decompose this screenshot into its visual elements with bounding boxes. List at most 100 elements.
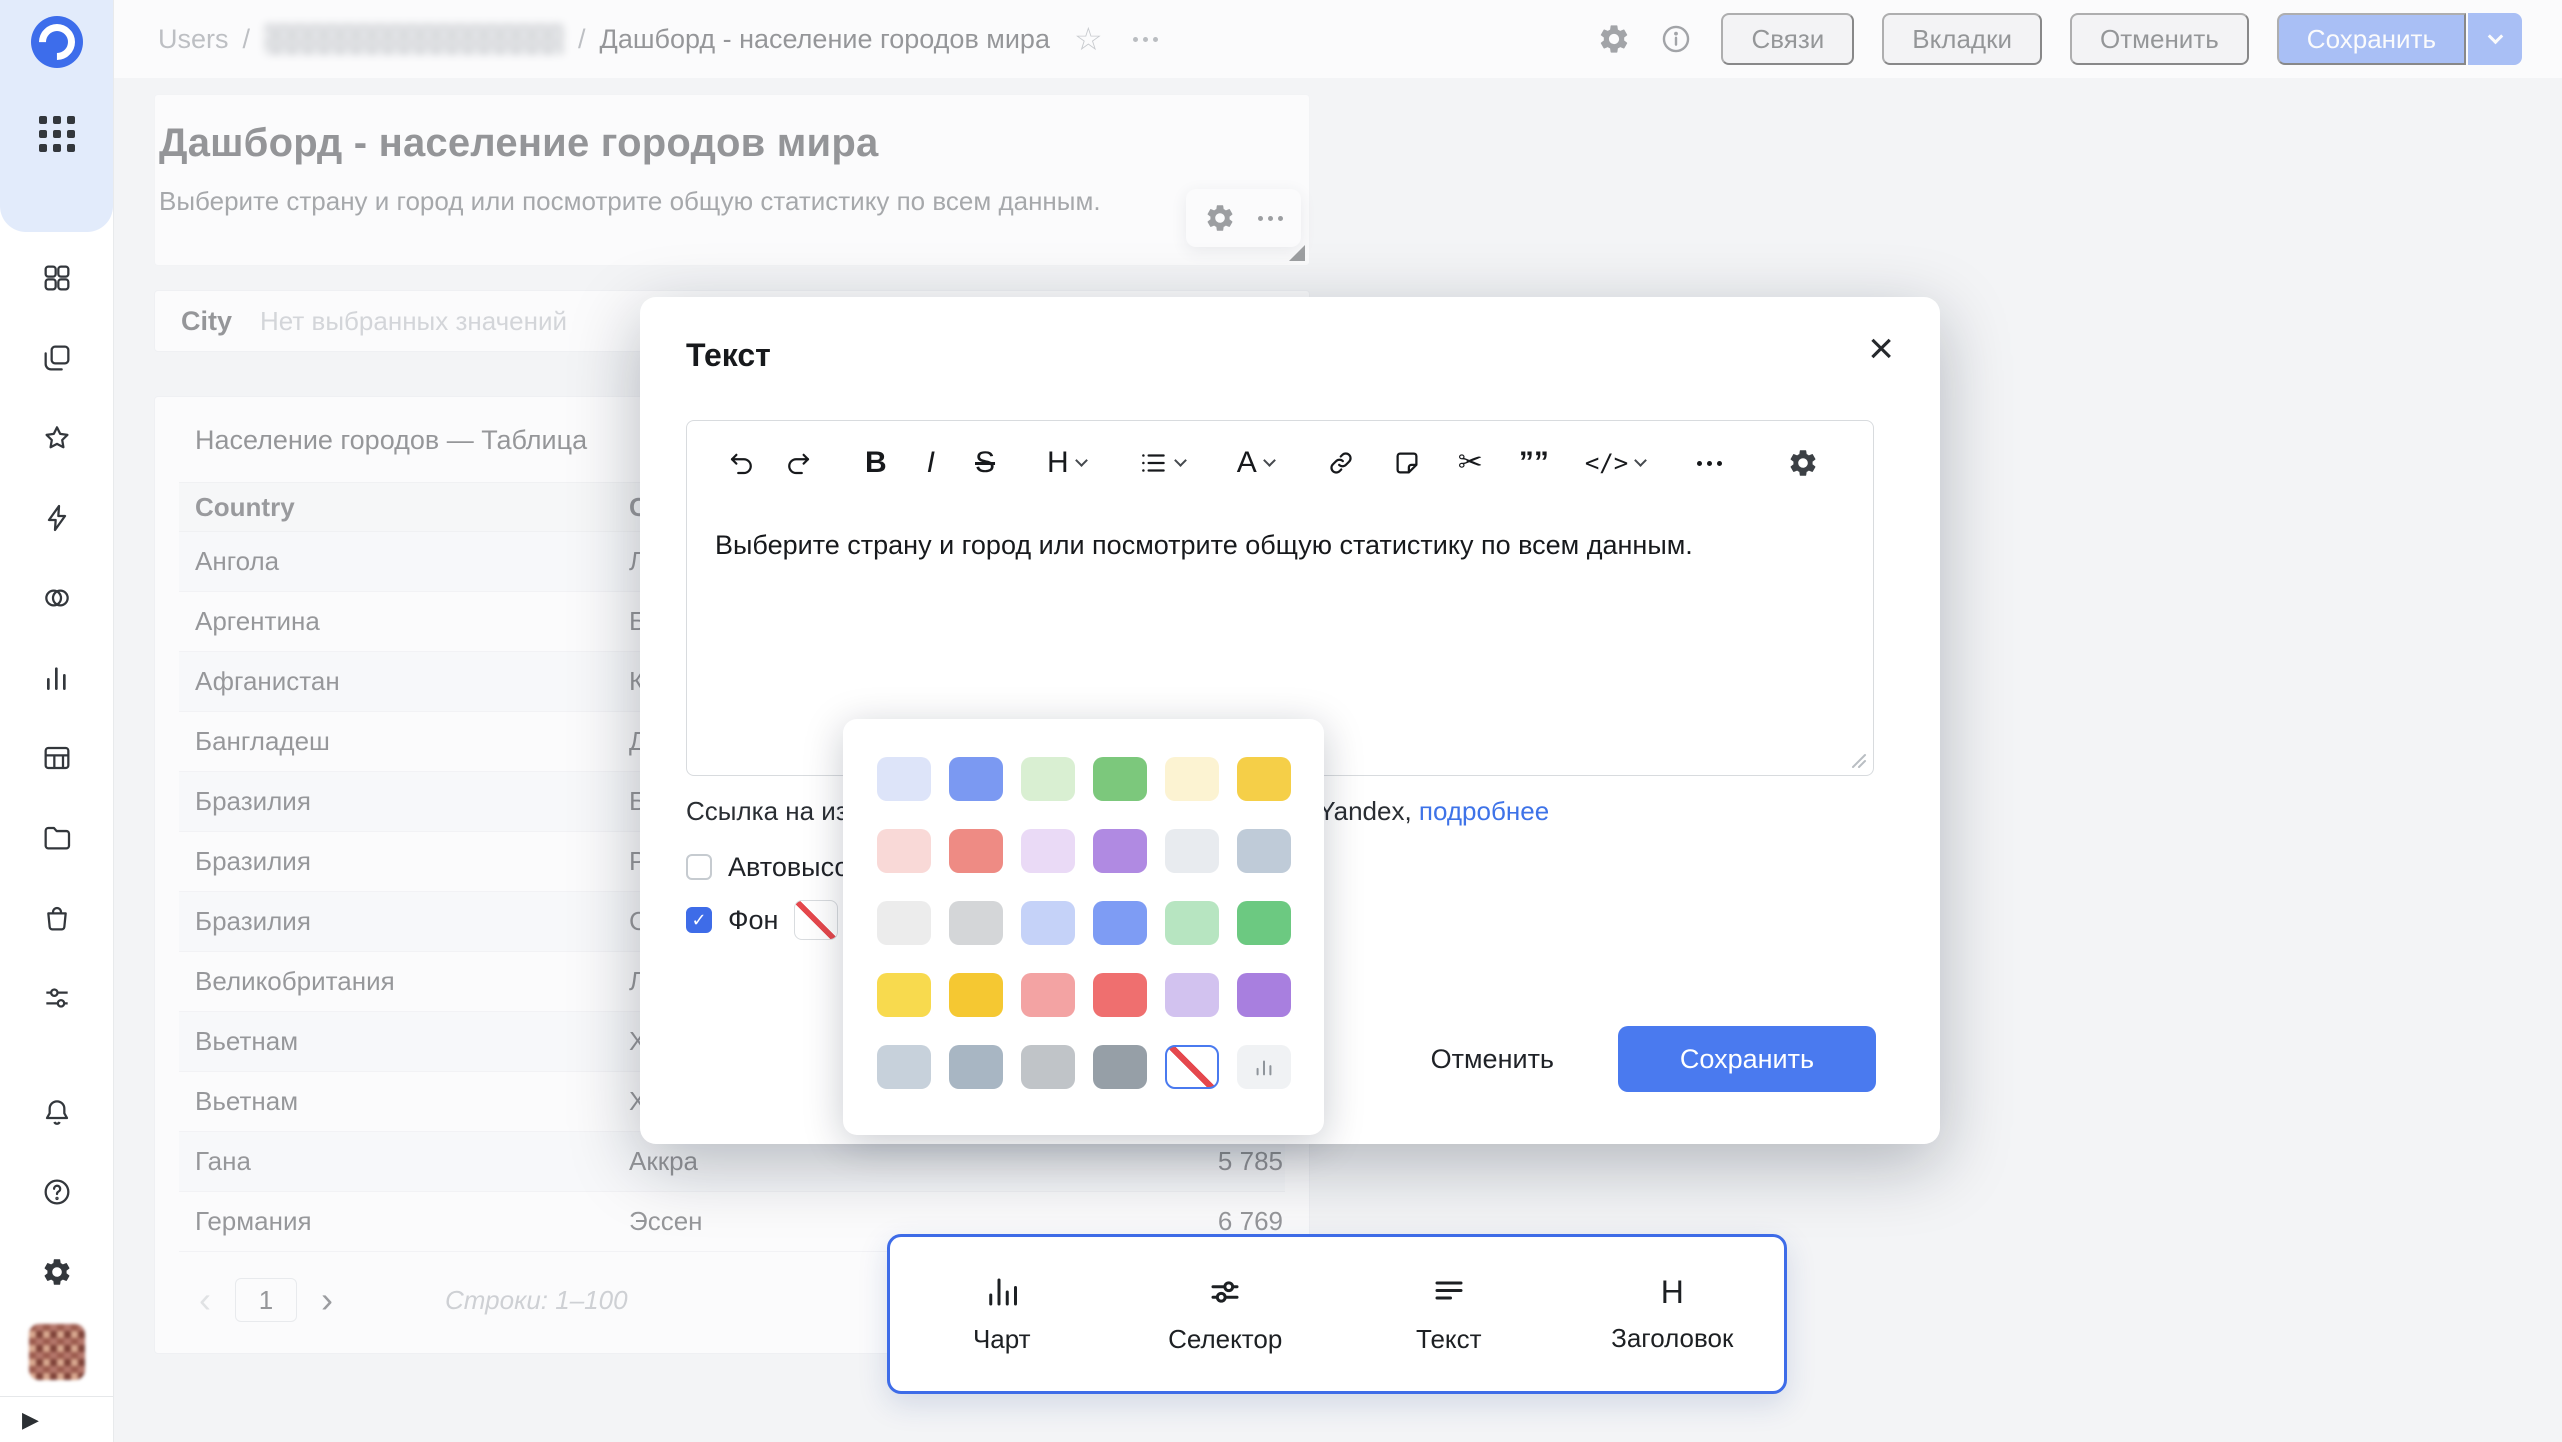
undo-button[interactable] [727,448,757,478]
color-grid [877,757,1324,1089]
text-widget-dialog: Текст × B I S H A [640,297,1940,1144]
color-swatch[interactable] [877,1045,931,1089]
no-color-swatch-selected[interactable] [1165,1045,1219,1089]
color-swatch[interactable] [1165,901,1219,945]
editor-resize-handle[interactable] [1849,751,1867,769]
color-swatch[interactable] [949,757,1003,801]
dialog-cancel-button[interactable]: Отменить [1431,1044,1554,1075]
color-swatch[interactable] [877,757,931,801]
help-button[interactable] [0,1152,114,1232]
nav-dashboards[interactable] [0,238,114,318]
color-swatch[interactable] [1165,757,1219,801]
color-swatch[interactable] [1093,901,1147,945]
background-label: Фон [728,905,778,936]
gear-icon [1787,447,1819,479]
editor-more-button[interactable] [1697,461,1722,466]
autoheight-checkbox[interactable] [686,854,712,880]
hint-link[interactable]: подробнее [1419,796,1549,826]
avatar [29,1324,85,1380]
color-swatch[interactable] [1237,757,1291,801]
nav-storage[interactable] [0,798,114,878]
nav-connections[interactable] [0,558,114,638]
background-checkbox[interactable]: ✓ [686,907,712,933]
background-color-button[interactable] [794,900,838,940]
widget-add-toolbar: Чарт Селектор Текст H Заголовок [887,1234,1787,1394]
color-swatch[interactable] [1093,829,1147,873]
note-button[interactable] [1392,448,1422,478]
color-swatch[interactable] [877,829,931,873]
color-swatch[interactable] [1237,901,1291,945]
redo-button[interactable] [783,448,813,478]
color-swatch[interactable] [1093,1045,1147,1089]
color-swatch[interactable] [877,973,931,1017]
layers-icon [41,342,73,374]
quote-button[interactable]: ”” [1519,448,1549,478]
sidebar-collapse[interactable]: ▶ [0,1396,113,1442]
question-icon [41,1176,73,1208]
nav-datasets[interactable] [0,718,114,798]
scissors-icon: ✂ [1458,448,1483,478]
color-swatch[interactable] [1021,829,1075,873]
quote-icon: ”” [1519,448,1549,478]
color-swatch [949,1045,1003,1089]
color-swatch[interactable] [1165,829,1219,873]
link-button[interactable] [1326,448,1356,478]
check-icon: ✓ [691,910,706,931]
chevron-down-icon [1174,454,1187,467]
nav-marketplace[interactable] [0,878,114,958]
sidebar: ▶ [0,0,114,1442]
color-swatch[interactable] [1093,757,1147,801]
color-swatch[interactable] [949,829,1003,873]
nav-editor[interactable] [0,478,114,558]
user-avatar[interactable] [0,1312,114,1392]
nav-favorites[interactable] [0,398,114,478]
chevron-down-icon [1075,454,1088,467]
selector-icon [1207,1274,1243,1310]
strikethrough-icon: S [975,448,995,478]
dialog-title: Текст [686,337,1894,374]
nav-services[interactable] [0,958,114,1038]
notifications-button[interactable] [0,1072,114,1152]
text-color-menu-button[interactable]: A [1237,448,1274,478]
color-swatch[interactable] [877,901,931,945]
nav-collections[interactable] [0,318,114,398]
color-swatch[interactable] [1021,757,1075,801]
color-swatch[interactable] [1021,973,1075,1017]
apps-grid-icon[interactable] [39,116,75,152]
code-menu-button[interactable]: </> [1585,448,1645,478]
color-swatch[interactable] [1237,829,1291,873]
color-swatch[interactable] [1237,973,1291,1017]
color-swatch[interactable] [1021,1045,1075,1089]
datalens-logo[interactable] [31,16,83,68]
close-icon[interactable]: × [1868,327,1894,371]
color-swatch[interactable] [1093,973,1147,1017]
color-swatch[interactable] [1021,901,1075,945]
strikethrough-button[interactable]: S [975,448,995,478]
widget-color-swatch[interactable] [1237,1045,1291,1089]
add-heading-button[interactable]: H Заголовок [1561,1237,1785,1391]
squares-grid-icon [41,262,73,294]
editor-content[interactable]: Выберите страну и город или посмотрите о… [687,527,1873,563]
italic-button[interactable]: I [927,448,935,478]
cut-button[interactable]: ✂ [1458,448,1483,478]
dialog-save-button[interactable]: Сохранить [1618,1026,1876,1092]
star-icon [41,422,73,454]
list-menu-button[interactable] [1138,448,1185,478]
list-icon [1138,448,1168,478]
color-swatch[interactable] [949,973,1003,1017]
editor-toolbar: B I S H A ✂ ”” </> [687,421,1873,505]
color-swatch[interactable] [949,901,1003,945]
color-swatch[interactable] [1165,973,1219,1017]
settings-button[interactable] [0,1232,114,1312]
nav-charts[interactable] [0,638,114,718]
editor-settings-button[interactable] [1787,447,1819,479]
collapse-icon: ▶ [22,1407,39,1433]
add-selector-button[interactable]: Селектор [1114,1237,1338,1391]
note-icon [1392,448,1422,478]
circles-icon [41,582,73,614]
add-text-button[interactable]: Текст [1337,1237,1561,1391]
bell-icon [41,1096,73,1128]
bold-button[interactable]: B [865,448,887,478]
heading-menu-button[interactable]: H [1047,448,1086,478]
add-chart-button[interactable]: Чарт [890,1237,1114,1391]
